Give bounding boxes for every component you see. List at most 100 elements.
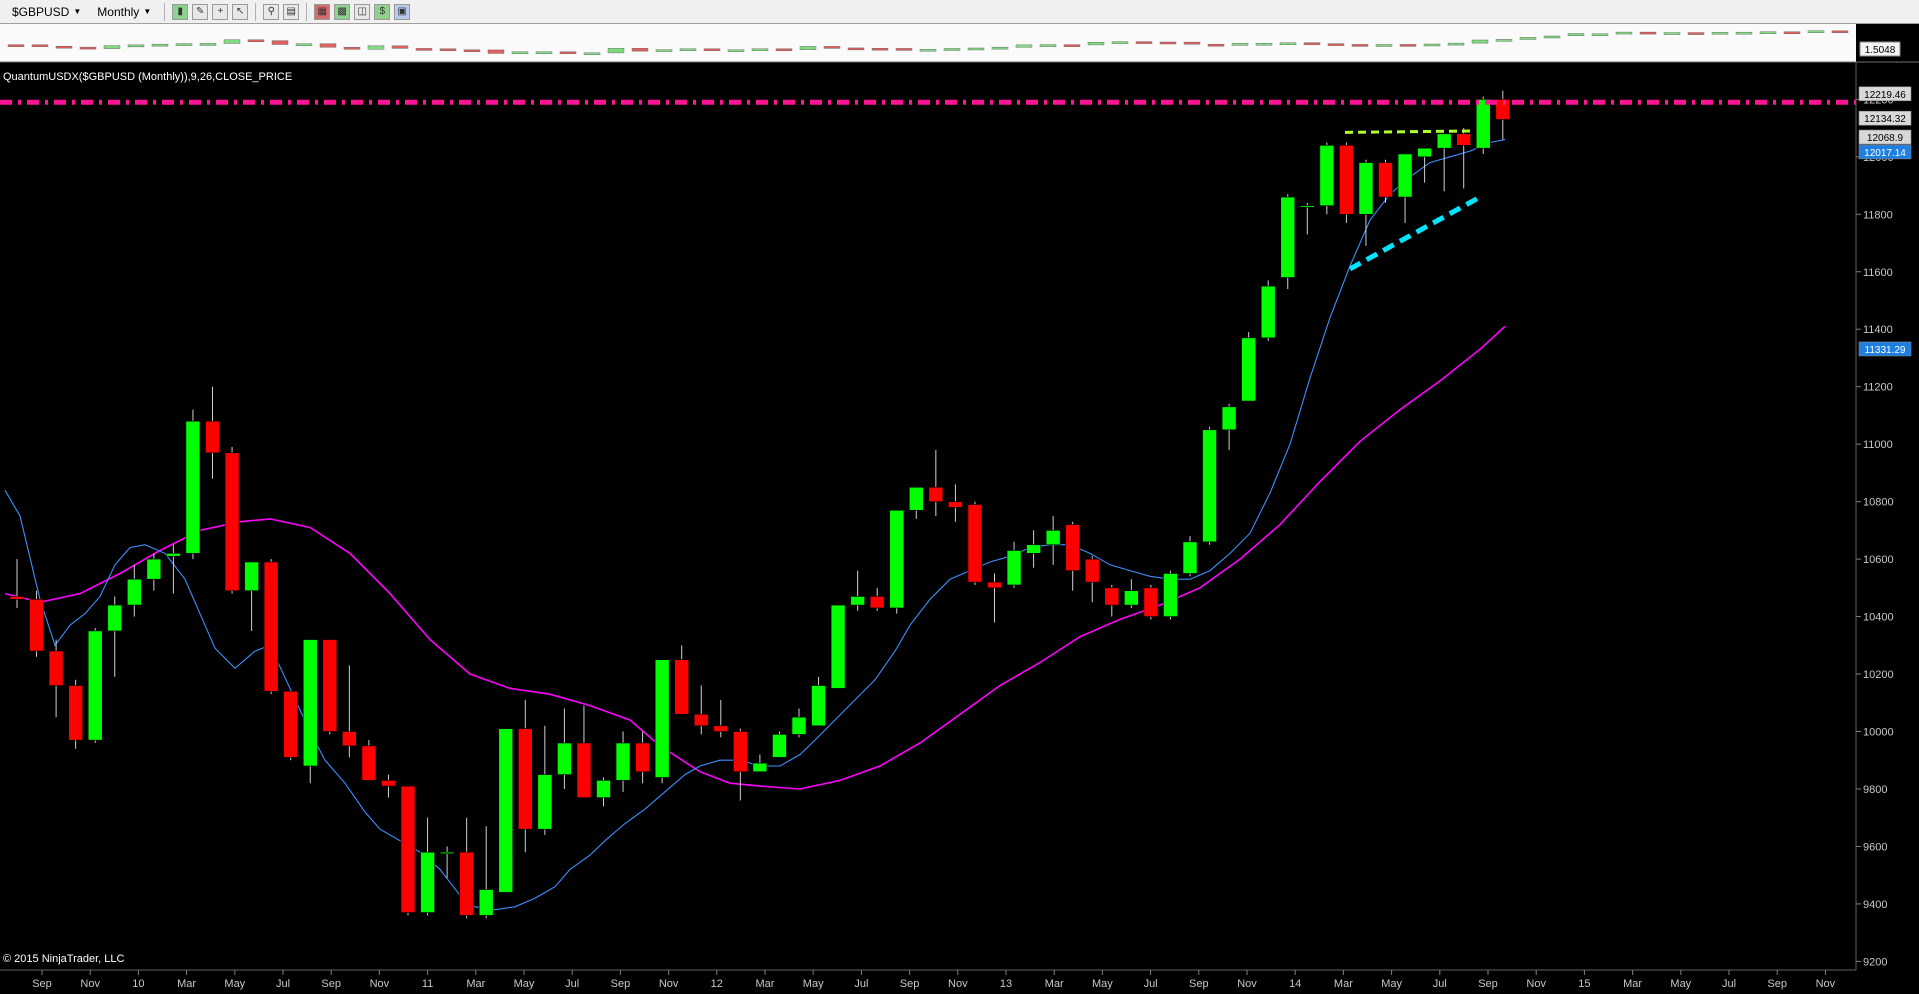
mini-candle [55,45,73,49]
x-tick-label: Sep [611,978,631,990]
candle [830,604,846,689]
mini-candle [1015,44,1033,48]
toolbar-divider [306,2,308,21]
up-candle-body [439,851,455,854]
mini-candle [1591,33,1609,36]
x-tick-label: Jul [854,978,868,990]
data-box-icon[interactable]: ▤ [283,3,300,20]
dollar-icon[interactable]: $ [374,3,391,20]
chart-background [0,24,1919,994]
mini-candle [559,51,577,54]
mini-candle [1615,31,1633,35]
mini-candle [295,43,313,46]
y-tick-label: 10600 [1863,554,1894,566]
down-candle-body [928,486,944,502]
down-candle-body [342,731,357,747]
down-candle-body [869,596,885,609]
up-candle-body [1124,590,1139,606]
mini-candle [775,48,793,51]
price-badge: 11331.29 [1858,341,1912,357]
copyright-text: © 2015 NinjaTrader, LLC [3,953,124,965]
x-tick-label: Mar [756,978,775,990]
y-tick-label: 11600 [1863,267,1893,279]
x-tick-label: 11 [422,978,433,990]
mini-candle [583,52,601,55]
down-candle-body [1143,587,1159,617]
candle [224,447,240,594]
price-badge-label: 11331.29 [1865,345,1906,356]
indicator-label: QuantumUSDX($GBPUSD (Monthly)),9,26,CLOS… [3,71,292,83]
x-tick-label: Jul [1144,978,1158,990]
y-tick-label: 10000 [1863,727,1894,739]
bar-style-icon[interactable]: ▮ [172,3,189,20]
mini-candle [1663,32,1681,35]
crosshair-icon[interactable]: + [212,3,229,20]
up-candle-body [185,420,201,554]
up-candle-body [791,716,807,735]
price-badge-label: 12219.46 [1864,90,1906,101]
x-tick-label: May [1092,978,1113,990]
mini-candle [1303,42,1321,45]
instrument-selector[interactable]: $GBPUSD ▼ [6,2,87,22]
mini-candle [175,43,193,46]
x-tick-label: Mar [177,978,196,990]
mini-candle [1231,43,1249,46]
up-candle-body [146,558,162,580]
mini-candle [31,44,49,47]
mini-candle [847,47,865,51]
up-candle-body [1358,162,1374,215]
mini-candle [751,48,769,51]
properties-icon[interactable]: ▦ [314,3,331,20]
mini-candle [343,47,361,50]
pencil-draw-icon[interactable]: ✎ [192,3,209,20]
mini-candle [1039,44,1057,47]
up-candle-body [1475,99,1491,149]
period-label: Monthly [97,4,140,19]
down-candle-body [733,731,748,773]
down-candle-body [29,599,44,652]
pointer-icon[interactable]: ↖ [232,3,249,20]
mini-candle [1543,35,1561,39]
mini-candle [199,43,217,46]
strategy-icon[interactable]: ▩ [334,3,351,20]
y-tick-label: 11000 [1863,439,1893,451]
mini-candle [895,48,913,51]
y-tick-label: 10400 [1863,612,1894,624]
candle [1241,332,1256,402]
period-selector[interactable]: Monthly ▼ [91,2,157,22]
mini-candle [1087,42,1105,46]
price-badge: 12219.46 [1858,86,1912,102]
mini-candle [223,39,241,44]
up-candle-body [1202,429,1217,543]
candle [87,628,103,743]
x-tick-label: Sep [1767,978,1787,990]
candle [185,409,201,560]
up-candle-body [811,685,826,727]
chevron-down-icon: ▼ [143,7,152,16]
x-tick-label: Jul [565,978,579,990]
mini-candle [1807,30,1825,34]
candle [1260,280,1276,341]
price-badge: 12017.14 [1858,144,1912,160]
down-candle-body [459,851,474,916]
zoom-icon[interactable]: ⚲ [263,3,280,20]
chart-trader-icon[interactable]: ◫ [354,3,371,20]
up-candle-body [557,742,572,775]
mini-candle [319,43,337,48]
down-candle-body [1084,558,1100,583]
mini-candle [1351,44,1369,47]
up-candle-body [1280,196,1296,278]
y-tick-label: 9200 [1863,956,1887,968]
candle [1319,142,1335,215]
x-tick-label: Nov [1816,978,1836,990]
up-candle-body [1045,530,1061,546]
price-badge: 12068.9 [1858,129,1912,145]
window-icon[interactable]: ▣ [394,3,411,20]
up-candle-body [127,578,142,606]
mini-candle [1207,44,1225,47]
chart-area[interactable]: 1.5048 QuantumUSDX($GBPUSD (Monthly)),9,… [0,24,1919,994]
price-badge-label: 12068.9 [1867,133,1904,144]
up-candle-body [1397,153,1413,198]
up-candle-body [1436,133,1452,149]
down-candle-body [283,690,299,758]
